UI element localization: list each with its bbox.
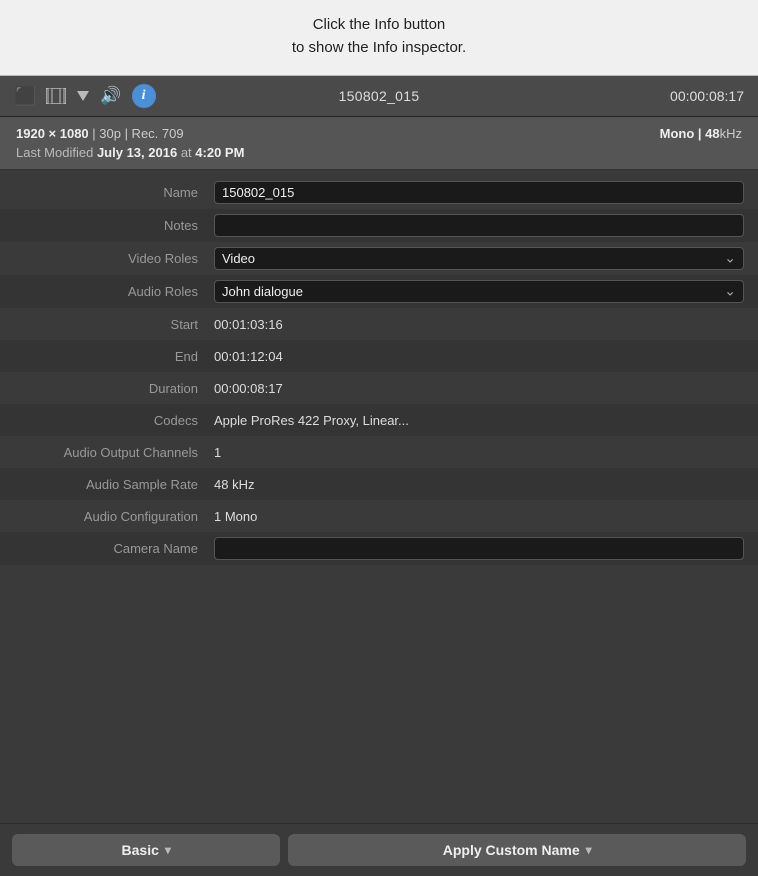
start-row: Start 00:01:03:16: [0, 308, 758, 340]
resolution-info: 1920 × 1080 | 30p | Rec. 709: [16, 126, 184, 141]
camera-name-value-cell: [214, 537, 744, 560]
modified-date: July 13, 2016: [97, 145, 177, 160]
notes-value-cell: [214, 214, 744, 237]
end-label: End: [14, 349, 214, 364]
toolbar-timecode: 00:00:08:17: [670, 88, 744, 104]
video-roles-select-wrapper: Video: [214, 247, 744, 270]
end-row: End 00:01:12:04: [0, 340, 758, 372]
name-row: Name: [0, 176, 758, 209]
codecs-row: Codecs Apple ProRes 422 Proxy, Linear...: [0, 404, 758, 436]
end-value: 00:01:12:04: [214, 349, 744, 364]
speaker-icon[interactable]: 🔊: [100, 86, 121, 106]
filter-icon[interactable]: [76, 89, 90, 103]
notes-label: Notes: [14, 218, 214, 233]
audio-suffix: kHz: [720, 126, 742, 141]
audio-sample-label: Audio Sample Rate: [14, 477, 214, 492]
info-button[interactable]: i: [132, 84, 156, 108]
duration-label: Duration: [14, 381, 214, 396]
modified-time: 4:20 PM: [195, 145, 244, 160]
toolbar: ⬛ 🔊 i 150802_015 00:00:08:17: [0, 76, 758, 117]
apply-custom-name-button[interactable]: Apply Custom Name ▾: [288, 834, 746, 866]
audio-roles-value-cell: John dialogue: [214, 280, 744, 303]
video-roles-select[interactable]: Video: [214, 247, 744, 270]
video-roles-value-cell: Video: [214, 247, 744, 270]
camera-name-input[interactable]: [214, 537, 744, 560]
meta-resolution-row: 1920 × 1080 | 30p | Rec. 709 Mono | 48kH…: [16, 126, 742, 141]
notes-input[interactable]: [214, 214, 744, 237]
tooltip-area: Click the Info button to show the Info i…: [0, 0, 758, 76]
name-label: Name: [14, 185, 214, 200]
audio-roles-row: Audio Roles John dialogue: [0, 275, 758, 308]
start-label: Start: [14, 317, 214, 332]
camera-name-label: Camera Name: [14, 541, 214, 556]
meta-modified-row: Last Modified July 13, 2016 at 4:20 PM: [16, 145, 742, 160]
name-value-cell: [214, 181, 744, 204]
modified-at: at: [181, 145, 192, 160]
audio-config-row: Audio Configuration 1 Mono: [0, 500, 758, 532]
audio-output-value: 1: [214, 445, 744, 460]
audio-info: Mono | 48kHz: [660, 126, 742, 141]
tooltip-line1: Click the Info button: [80, 14, 678, 37]
audio-roles-select-wrapper: John dialogue: [214, 280, 744, 303]
resolution-value: 1920 × 1080: [16, 126, 89, 141]
audio-config-label: Audio Configuration: [14, 509, 214, 524]
basic-button[interactable]: Basic ▾: [12, 834, 280, 866]
basic-chevron-icon: ▾: [165, 843, 171, 857]
audio-sample-value: 48 kHz: [214, 477, 744, 492]
video-roles-row: Video Roles Video: [0, 242, 758, 275]
camera-name-row: Camera Name: [0, 532, 758, 565]
audio-roles-label: Audio Roles: [14, 284, 214, 299]
format-value: | 30p | Rec. 709: [92, 126, 183, 141]
audio-roles-select[interactable]: John dialogue: [214, 280, 744, 303]
meta-bar: 1920 × 1080 | 30p | Rec. 709 Mono | 48kH…: [0, 117, 758, 170]
start-value: 00:01:03:16: [214, 317, 744, 332]
audio-sample-row: Audio Sample Rate 48 kHz: [0, 468, 758, 500]
audio-output-row: Audio Output Channels 1: [0, 436, 758, 468]
duration-row: Duration 00:00:08:17: [0, 372, 758, 404]
modified-label: Last Modified: [16, 145, 93, 160]
codecs-value: Apple ProRes 422 Proxy, Linear...: [214, 413, 744, 428]
audio-output-label: Audio Output Channels: [14, 445, 214, 460]
film-icon[interactable]: ⬛: [14, 86, 36, 107]
audio-config-value: 1 Mono: [214, 509, 744, 524]
film-icon-svg[interactable]: [46, 88, 66, 104]
duration-value: 00:00:08:17: [214, 381, 744, 396]
basic-label: Basic: [122, 842, 159, 858]
video-roles-label: Video Roles: [14, 251, 214, 266]
notes-row: Notes: [0, 209, 758, 242]
name-input[interactable]: [214, 181, 744, 204]
info-table: Name Notes Video Roles Video Audio Roles: [0, 170, 758, 571]
toolbar-title: 150802_015: [339, 88, 420, 104]
bottom-bar: Basic ▾ Apply Custom Name ▾: [0, 823, 758, 876]
tooltip-line2: to show the Info inspector.: [80, 37, 678, 60]
apply-label: Apply Custom Name: [443, 842, 580, 858]
codecs-label: Codecs: [14, 413, 214, 428]
apply-chevron-icon: ▾: [586, 843, 592, 857]
toolbar-icons: ⬛ 🔊 i: [14, 84, 156, 108]
audio-value: Mono | 48: [660, 126, 720, 141]
